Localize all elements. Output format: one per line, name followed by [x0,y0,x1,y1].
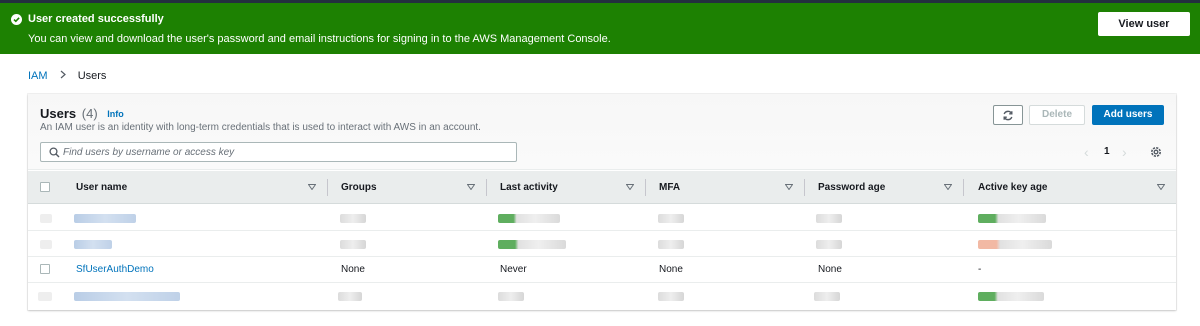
sort-caret-icon[interactable] [944,184,952,190]
flash-message: You can view and download the user's pas… [28,33,611,45]
column-divider [327,179,328,196]
search-icon [49,147,60,158]
redacted-user-name [74,214,136,223]
info-link[interactable]: Info [107,109,124,119]
redacted-active-key-age [978,240,1052,249]
panel-title: Users (4) Info [40,106,124,121]
column-divider [804,179,805,196]
refresh-button[interactable] [993,105,1023,125]
table-header: User name Groups Last activity MFA Passw… [28,171,1176,204]
redacted-active-key-age [978,214,1046,223]
chevron-right-icon [60,70,66,82]
redacted-groups [340,240,366,249]
sort-caret-icon[interactable] [467,184,475,190]
table-row[interactable] [28,283,1176,309]
redacted-active-key-age [978,292,1044,301]
redacted-password-age [816,240,842,249]
redacted-last-activity [498,292,524,301]
column-user-name[interactable]: User name [76,171,127,204]
redacted-user-name [74,240,112,249]
groups-cell: None [341,264,365,275]
redacted-checkbox [40,240,52,249]
redacted-password-age [814,292,840,301]
redacted-password-age [816,214,842,223]
next-page-button[interactable]: › [1122,143,1127,161]
panel-description: An IAM user is an identity with long-ter… [40,122,481,133]
redacted-user-name [74,292,180,301]
search-box [40,142,517,162]
refresh-icon [1003,110,1013,121]
column-password-age[interactable]: Password age [818,171,885,204]
redacted-last-activity [498,214,560,223]
password-age-cell: None [818,264,842,275]
redacted-mfa [658,214,684,223]
users-table-panel: Users (4) Info An IAM user is an identit… [28,94,1176,310]
success-flash-banner: User created successfully You can view a… [0,3,1200,54]
breadcrumb-iam-link[interactable]: IAM [28,70,48,82]
panel-title-text: Users [40,106,77,121]
column-last-activity[interactable]: Last activity [500,171,558,204]
current-page-number[interactable]: 1 [1104,143,1110,161]
sort-caret-icon[interactable] [626,184,634,190]
check-circle-icon [11,14,22,25]
sort-caret-icon[interactable] [308,184,316,190]
close-icon[interactable]: ✕ [1166,13,1179,28]
add-users-button[interactable]: Add users [1092,105,1164,125]
column-divider [486,179,487,196]
delete-button[interactable]: Delete [1029,105,1085,125]
column-divider [645,179,646,196]
redacted-checkbox [40,214,52,223]
previous-page-button[interactable]: ‹ [1084,143,1089,161]
redacted-mfa [658,292,684,301]
column-groups[interactable]: Groups [341,171,377,204]
search-input[interactable] [63,144,503,160]
redacted-mfa [658,240,684,249]
breadcrumb: IAM Users [28,70,106,82]
redacted-last-activity [498,240,566,249]
select-all-checkbox[interactable] [40,182,50,192]
row-checkbox[interactable] [40,264,50,274]
table-row[interactable] [28,231,1176,257]
sort-caret-icon[interactable] [785,184,793,190]
redacted-checkbox [38,292,52,301]
user-count: (4) [81,106,98,121]
panel-header: Users (4) Info An IAM user is an identit… [28,94,1176,170]
redacted-groups [338,292,362,301]
column-divider [963,179,964,196]
table-row[interactable]: SfUserAuthDemo None Never None None - [28,257,1176,283]
breadcrumb-current: Users [77,70,107,82]
mfa-cell: None [659,264,683,275]
user-name-link[interactable]: SfUserAuthDemo [76,257,154,283]
gear-icon[interactable] [1149,145,1163,159]
flash-title: User created successfully [28,13,164,25]
table-row[interactable] [28,205,1176,231]
sort-caret-icon[interactable] [1157,184,1165,190]
redacted-groups [340,214,366,223]
active-key-age-cell: - [978,264,982,275]
column-active-key-age[interactable]: Active key age [978,171,1048,204]
last-activity-cell: Never [500,264,527,275]
column-mfa[interactable]: MFA [659,171,680,204]
